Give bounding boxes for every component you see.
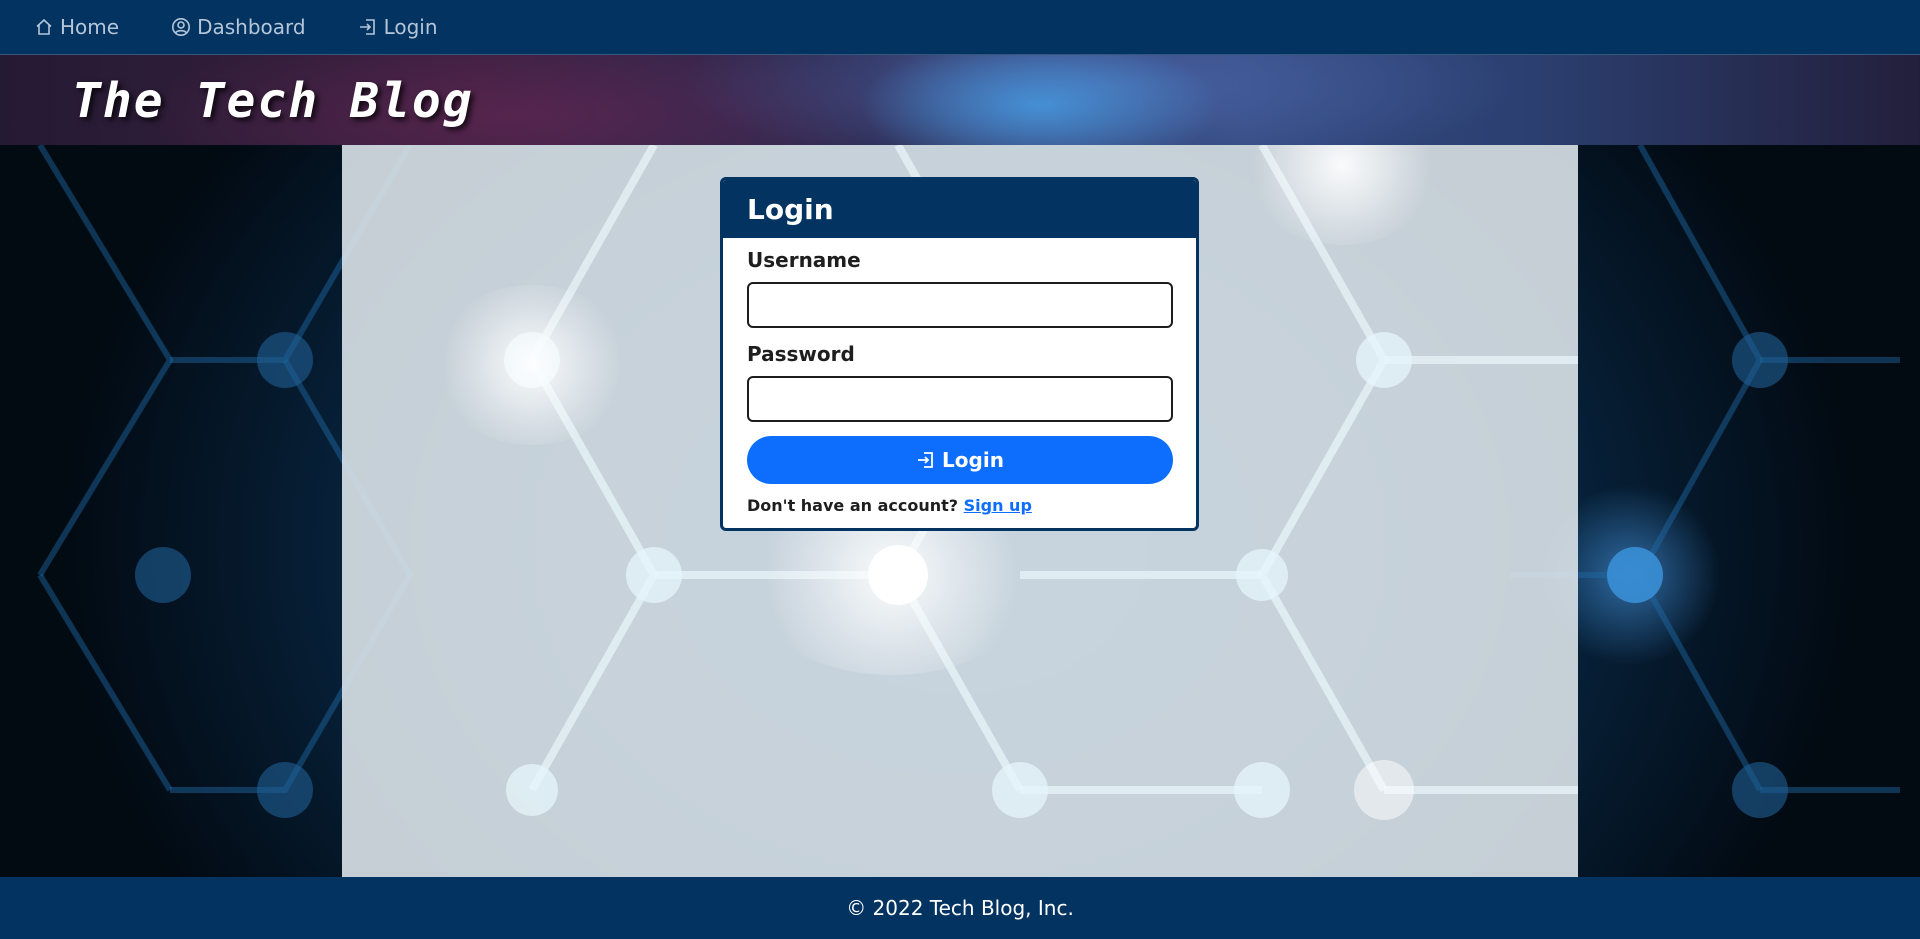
- login-card-header: Login: [723, 180, 1196, 238]
- login-icon: [918, 452, 933, 468]
- login-card-title: Login: [747, 192, 834, 226]
- signup-prompt-line: Don't have an account? Sign up: [747, 496, 1172, 515]
- login-form: Username Password Login Don't have an ac…: [723, 238, 1196, 515]
- nav-home-link[interactable]: Home: [34, 15, 119, 39]
- nav-login-label: Login: [383, 15, 438, 39]
- site-title: The Tech Blog: [72, 73, 474, 129]
- login-icon: [359, 19, 375, 35]
- nav-login-link[interactable]: Login: [358, 15, 438, 39]
- user-circle-icon: [172, 18, 191, 36]
- signup-link[interactable]: Sign up: [964, 496, 1032, 515]
- header-banner: The Tech Blog: [0, 55, 1920, 145]
- background-area: Login Username Password Login Don't have…: [0, 145, 1920, 877]
- nav-dashboard-link[interactable]: Dashboard: [171, 15, 306, 39]
- house-icon: [36, 18, 52, 35]
- nav-home-label: Home: [60, 15, 120, 39]
- username-input[interactable]: [747, 282, 1173, 328]
- content-panel: Login Username Password Login Don't have…: [342, 145, 1578, 877]
- login-button-label: Login: [942, 448, 1004, 472]
- light-glow: [432, 285, 632, 445]
- nav-dashboard-label: Dashboard: [197, 15, 306, 39]
- copyright-text: © 2022 Tech Blog, Inc.: [846, 896, 1074, 920]
- password-label: Password: [747, 342, 855, 366]
- password-input[interactable]: [747, 376, 1173, 422]
- login-card: Login Username Password Login Don't have…: [720, 177, 1199, 531]
- top-navigation: Home Dashboard Login: [0, 0, 1920, 55]
- footer: © 2022 Tech Blog, Inc.: [0, 877, 1920, 939]
- username-label: Username: [747, 248, 861, 272]
- signup-prompt-text: Don't have an account?: [747, 496, 959, 515]
- login-submit-button[interactable]: Login: [747, 436, 1173, 484]
